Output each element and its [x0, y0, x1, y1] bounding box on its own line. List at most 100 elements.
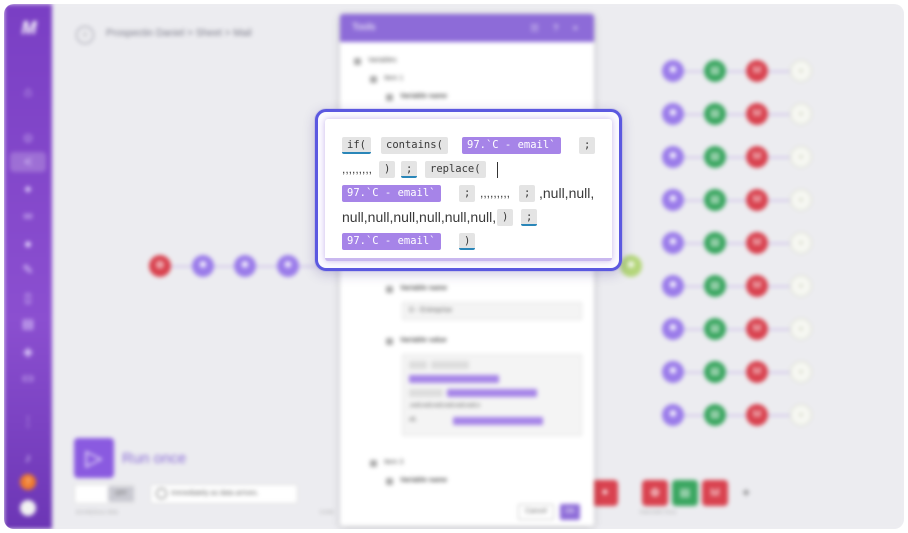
if-function-chip[interactable]: if( — [342, 137, 371, 154]
fav-gmail-icon[interactable]: M — [702, 480, 728, 506]
separator-chip[interactable]: ; — [579, 137, 596, 154]
gmail-node[interactable]: M — [746, 361, 768, 383]
router-node[interactable]: ✱ — [662, 232, 684, 254]
close-paren-chip[interactable]: ) — [459, 233, 476, 250]
close-paren-chip[interactable]: ) — [497, 209, 514, 226]
more-icon[interactable]: ⋮ — [18, 412, 38, 432]
database-icon[interactable]: ▤ — [18, 314, 38, 334]
gmail-node[interactable]: M — [746, 232, 768, 254]
google-sheets-node[interactable]: ▤ — [704, 361, 726, 383]
google-sheets-node[interactable]: ▤ — [704, 404, 726, 426]
contains-function-chip[interactable]: contains( — [381, 137, 448, 154]
link-icon[interactable]: ∞ — [18, 206, 38, 226]
varname-checkbox[interactable] — [386, 286, 393, 293]
item3-checkbox[interactable] — [370, 460, 377, 467]
router-node[interactable]: ✱ — [277, 255, 299, 277]
globe-icon[interactable]: ● — [18, 234, 38, 254]
back-button[interactable]: ‹ — [76, 26, 94, 44]
item3-label[interactable]: Item 3 — [384, 459, 403, 466]
empty-module-node[interactable]: + — [790, 189, 812, 211]
connector-line — [672, 372, 800, 373]
cancel-button[interactable]: Cancel — [518, 504, 554, 520]
gmail-node[interactable]: M — [746, 60, 768, 82]
gmail-node[interactable]: M — [746, 146, 768, 168]
breadcrumb: Prospectin Daniel > Sheet > Mail — [106, 28, 252, 39]
share-icon[interactable]: < — [10, 152, 46, 172]
fav-webhook-icon[interactable]: ✿ — [642, 480, 668, 506]
variable-name-input[interactable]: D - Entreprise — [402, 302, 582, 320]
google-sheets-node[interactable]: ▤ — [704, 275, 726, 297]
email-variable-chip[interactable]: 97.`C - email` — [342, 233, 441, 250]
users-icon[interactable]: ☺ — [18, 128, 38, 148]
router-node[interactable]: ✱ — [662, 404, 684, 426]
run-once-label[interactable]: Run once — [122, 450, 186, 467]
add-favorite-button[interactable]: + — [742, 484, 750, 500]
book-icon[interactable]: ▭ — [18, 368, 38, 388]
bell-icon[interactable]: ♪ — [18, 448, 38, 468]
router-node[interactable]: ✱ — [662, 361, 684, 383]
close-paren-chip[interactable]: ) — [379, 161, 396, 178]
ok-button[interactable]: OK — [560, 504, 580, 520]
item1-label[interactable]: Item 1 — [384, 75, 403, 82]
home-icon[interactable]: ⌂ — [18, 82, 38, 102]
separator-chip[interactable]: ; — [401, 161, 418, 178]
empty-module-node[interactable]: + — [790, 275, 812, 297]
router-node[interactable]: ✱ — [662, 318, 684, 340]
router-node[interactable]: ✱ — [662, 60, 684, 82]
google-sheets-node[interactable]: ▤ — [704, 146, 726, 168]
google-sheets-node[interactable]: ▤ — [704, 60, 726, 82]
router-node[interactable]: ✱ — [662, 275, 684, 297]
variable-value-input[interactable]: ,null,null,null,null,null,null,n ull, — [402, 354, 582, 436]
separator-chip[interactable]: ; — [521, 209, 538, 226]
empty-module-node[interactable]: + — [790, 146, 812, 168]
notification-badge[interactable]: 7 — [20, 474, 36, 490]
toggle-off-label[interactable]: OFF — [108, 486, 134, 502]
schedule-setting[interactable]: Immediately as data arrives. — [150, 484, 298, 504]
varname-checkbox[interactable] — [386, 94, 393, 101]
avatar[interactable] — [20, 500, 36, 516]
gmail-node[interactable]: M — [746, 103, 768, 125]
mini-fn-chip — [409, 361, 427, 369]
empty-module-node[interactable]: + — [790, 60, 812, 82]
variables-checkbox[interactable] — [354, 58, 361, 65]
panel-header-icons[interactable]: ☷ ? × — [531, 14, 584, 42]
router-node[interactable]: ✱ — [192, 255, 214, 277]
google-sheets-node[interactable]: ▤ — [704, 232, 726, 254]
google-sheets-node[interactable]: ▤ — [704, 189, 726, 211]
empty-module-node[interactable]: + — [790, 103, 812, 125]
router-node[interactable]: ✱ — [662, 103, 684, 125]
separator-chip[interactable]: ; — [519, 185, 536, 202]
trigger-node[interactable]: ✿ — [149, 255, 171, 277]
gmail-node[interactable]: M — [746, 275, 768, 297]
separator-chip[interactable]: ; — [459, 185, 476, 202]
item1-checkbox[interactable] — [370, 76, 377, 83]
run-once-button[interactable]: ▷ — [74, 438, 114, 478]
router-node[interactable]: ✱ — [662, 146, 684, 168]
email-variable-chip[interactable]: 97.`C - email` — [462, 137, 561, 154]
varvalue-checkbox[interactable] — [386, 338, 393, 345]
empty-module-node[interactable]: + — [790, 404, 812, 426]
empty-module-node[interactable]: + — [790, 361, 812, 383]
fav-webhook-icon[interactable]: ✦ — [592, 480, 618, 506]
device-icon[interactable]: ▯ — [18, 288, 38, 308]
puzzle-icon[interactable]: ✦ — [18, 180, 38, 200]
google-sheets-node[interactable]: ▤ — [704, 103, 726, 125]
empty-module-node[interactable]: + — [790, 318, 812, 340]
formula-editor[interactable]: if( contains( 97.`C - email` ; ,,,,,,,,,… — [325, 119, 612, 261]
replace-function-chip[interactable]: replace( — [425, 161, 486, 178]
mini-var-chip — [447, 389, 537, 397]
fav-sheets-icon[interactable]: ▤ — [672, 480, 698, 506]
cube-icon[interactable]: ◈ — [18, 342, 38, 362]
filter-node[interactable]: ✱ — [620, 255, 642, 277]
gmail-node[interactable]: M — [746, 404, 768, 426]
variable-name-label: Variable name — [400, 477, 448, 484]
varname-checkbox[interactable] — [386, 478, 393, 485]
router-node[interactable]: ✱ — [234, 255, 256, 277]
google-sheets-node[interactable]: ▤ — [704, 318, 726, 340]
gmail-node[interactable]: M — [746, 318, 768, 340]
email-variable-chip[interactable]: 97.`C - email` — [342, 185, 441, 202]
key-icon[interactable]: ✎ — [18, 260, 38, 280]
router-node[interactable]: ✱ — [662, 189, 684, 211]
gmail-node[interactable]: M — [746, 189, 768, 211]
empty-module-node[interactable]: + — [790, 232, 812, 254]
